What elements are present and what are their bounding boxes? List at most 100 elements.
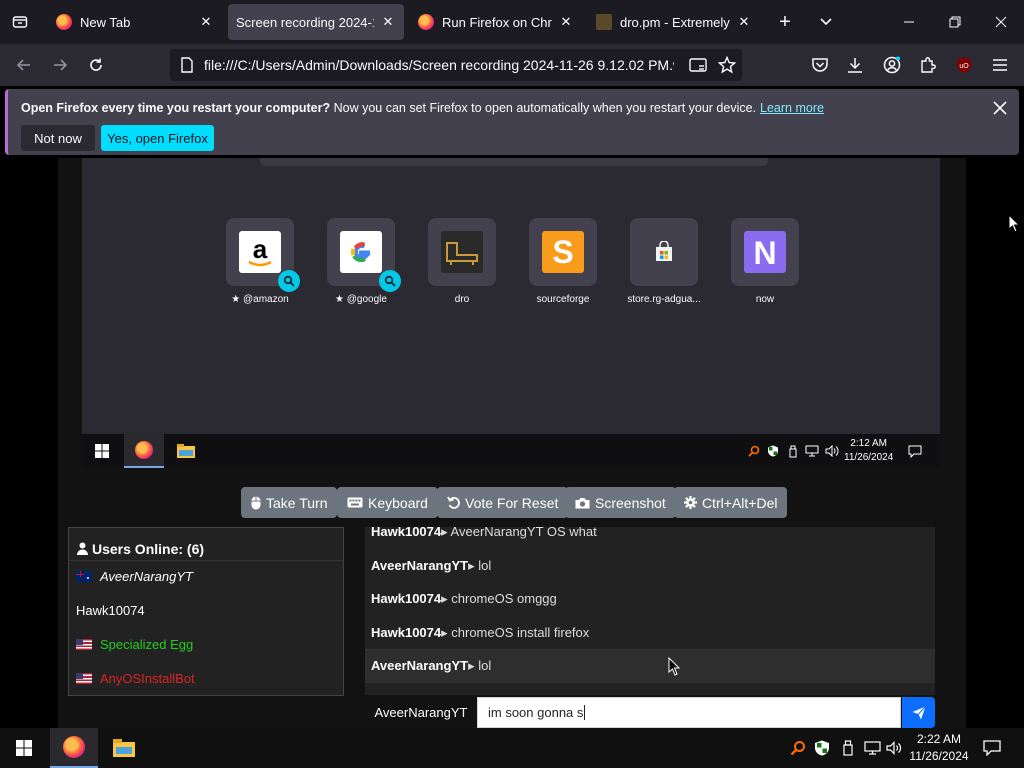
vm-tray-volume-icon[interactable] xyxy=(823,434,841,468)
notion-icon: N xyxy=(744,231,786,273)
tab-title: Screen recording 2024-11-26 xyxy=(236,14,374,30)
screenshot-button[interactable]: Screenshot xyxy=(565,487,676,518)
vm-clock-date: 11/26/2024 xyxy=(844,452,894,463)
vm-clock-time: 2:12 AM xyxy=(850,438,887,449)
back-button[interactable] xyxy=(9,50,39,80)
chat-panel: Hawk10074▸ AveerNarangYT OS what AveerNa… xyxy=(365,527,935,695)
take-turn-button[interactable]: Take Turn xyxy=(241,487,338,518)
reader-view-icon[interactable] xyxy=(688,55,708,75)
firefox-icon xyxy=(418,14,434,30)
tab-new-tab[interactable]: New Tab ✕ xyxy=(48,4,222,40)
vm-tray-network-icon[interactable] xyxy=(803,434,821,468)
notification-message: Open Firefox every time you restart your… xyxy=(21,101,824,115)
chat-message: Hawk10074▸ AveerNarangYT OS what xyxy=(371,527,597,540)
restore-button[interactable] xyxy=(932,0,978,44)
forward-button[interactable] xyxy=(45,50,75,80)
vm-clock[interactable]: 2:12 AM 11/26/2024 xyxy=(844,437,893,465)
firefox-icon xyxy=(135,441,153,459)
user-item-anyosinstallbot[interactable]: AnyOSInstallBot xyxy=(76,671,195,686)
url-bar[interactable]: file:///C:/Users/Admin/Downloads/Screen … xyxy=(170,49,742,81)
action-center-button[interactable] xyxy=(978,728,1006,768)
shortcut-now[interactable]: N now xyxy=(720,218,810,305)
keyboard-button[interactable]: Keyboard xyxy=(337,487,438,518)
send-button[interactable] xyxy=(902,697,935,728)
close-notification-button[interactable] xyxy=(991,99,1009,117)
close-tab-icon[interactable]: ✕ xyxy=(198,14,214,30)
minimize-button[interactable] xyxy=(886,0,932,44)
windows-taskbar: 2:22 AM 11/26/2024 xyxy=(0,728,1024,768)
downloads-button[interactable] xyxy=(840,50,870,80)
users-online-panel: Users Online: (6) AveerNarangYT Hawk1007… xyxy=(68,527,344,696)
clock-date: 11/26/2024 xyxy=(909,749,969,763)
tray-search-icon[interactable] xyxy=(788,728,808,768)
taskbar-file-explorer[interactable] xyxy=(104,728,144,768)
shortcut-google[interactable]: ★ @google xyxy=(316,218,406,305)
tab-run-firefox[interactable]: Run Firefox on Chromebook ✕ xyxy=(410,4,582,40)
vm-notifications-button[interactable] xyxy=(904,434,926,468)
reload-button[interactable] xyxy=(81,50,111,80)
amazon-icon: a xyxy=(239,231,281,273)
shortcut-sourceforge[interactable]: S sourceforge xyxy=(518,218,608,305)
not-now-button[interactable]: Not now xyxy=(21,125,95,151)
yes-open-firefox-button[interactable]: Yes, open Firefox xyxy=(101,125,214,151)
tray-network-icon[interactable] xyxy=(861,728,883,768)
shortcut-store[interactable]: store.rg-adgua... xyxy=(619,218,709,305)
shortcut-amazon[interactable]: a ★ @amazon xyxy=(215,218,305,305)
pocket-icon xyxy=(812,58,828,72)
tab-screen-recording[interactable]: Screen recording 2024-11-26 ✕ xyxy=(228,4,404,40)
tray-usb-icon[interactable] xyxy=(838,728,858,768)
user-name: Specialized Egg xyxy=(100,637,194,652)
account-button[interactable] xyxy=(877,50,907,80)
close-tab-icon[interactable]: ✕ xyxy=(558,14,574,30)
vm-tray-usb-icon[interactable] xyxy=(785,434,801,468)
new-tab-button[interactable]: + xyxy=(770,8,800,36)
learn-more-link[interactable]: Learn more xyxy=(760,101,824,115)
shortcut-tile: S xyxy=(529,218,597,286)
sourceforge-icon: S xyxy=(542,231,584,273)
shortcut-tile xyxy=(327,218,401,292)
close-window-button[interactable] xyxy=(978,0,1024,44)
screenshot-label: Screenshot xyxy=(595,494,666,511)
shortcut-label: ★ @amazon xyxy=(231,294,289,305)
user-item-hawk10074[interactable]: Hawk10074 xyxy=(76,603,145,618)
tab-dro-pm[interactable]: dro.pm - Extremely Short ✕ xyxy=(588,4,760,40)
vm-taskbar-firefox[interactable] xyxy=(124,434,164,468)
bookmark-star-icon[interactable] xyxy=(717,55,737,75)
firefox-icon xyxy=(63,736,85,758)
vm-start-button[interactable] xyxy=(88,434,116,468)
vm-screen[interactable]: a ★ @amazon ★ @google dro S sourceforge xyxy=(82,158,940,468)
close-icon xyxy=(995,16,1007,28)
text-caret xyxy=(584,705,586,720)
ctrl-alt-del-button[interactable]: Ctrl+Alt+Del xyxy=(674,487,788,518)
shortcut-dro[interactable]: dro xyxy=(417,218,507,305)
puzzle-icon xyxy=(921,57,936,73)
user-item-aveernarangyt[interactable]: AveerNarangYT xyxy=(76,569,193,584)
app-menu-button[interactable] xyxy=(985,50,1015,80)
start-button[interactable] xyxy=(4,728,44,768)
svg-text:a: a xyxy=(253,234,268,264)
chat-input-row: AveerNarangYT im soon gonna s xyxy=(365,697,935,728)
notification-center-icon xyxy=(983,740,1001,756)
ublock-button[interactable]: uO xyxy=(949,50,979,80)
close-tab-icon[interactable]: ✕ xyxy=(736,14,752,30)
search-icon xyxy=(379,270,401,292)
pocket-button[interactable] xyxy=(805,50,835,80)
system-clock[interactable]: 2:22 AM 11/26/2024 xyxy=(906,731,972,765)
windows-logo-icon xyxy=(16,740,32,756)
vm-tray-defender-icon[interactable] xyxy=(765,434,781,468)
tray-defender-icon[interactable] xyxy=(812,728,832,768)
user-item-specialized-egg[interactable]: Specialized Egg xyxy=(76,637,193,652)
close-tab-icon[interactable]: ✕ xyxy=(380,14,396,30)
store-icon xyxy=(656,241,672,261)
shortcut-tile xyxy=(428,218,496,286)
tray-volume-icon[interactable] xyxy=(884,728,904,768)
extensions-button[interactable] xyxy=(913,50,943,80)
chat-input[interactable]: im soon gonna s xyxy=(477,697,901,728)
taskbar-firefox[interactable] xyxy=(50,728,98,768)
firefox-view-button[interactable] xyxy=(0,0,40,44)
list-all-tabs-button[interactable] xyxy=(811,8,841,36)
vote-reset-button[interactable]: Vote For Reset xyxy=(437,487,569,518)
vm-tray-search-icon[interactable] xyxy=(746,434,762,468)
vm-taskbar-explorer[interactable] xyxy=(170,434,202,468)
url-text[interactable]: file:///C:/Users/Admin/Downloads/Screen … xyxy=(204,57,674,73)
